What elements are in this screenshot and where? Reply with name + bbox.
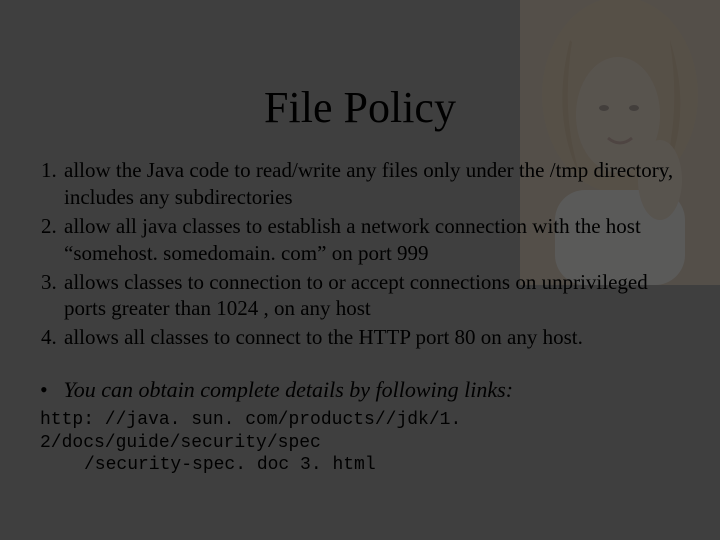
slide: File Policy allow the Java code to read/… — [0, 0, 720, 540]
link-line-2: /security-spec. doc 3. html — [40, 454, 682, 477]
slide-title: File Policy — [38, 0, 682, 157]
note-line: • You can obtain complete details by fol… — [38, 377, 682, 403]
policy-list: allow the Java code to read/write any fi… — [38, 157, 682, 351]
bullet-icon: • — [40, 377, 58, 403]
note-section: • You can obtain complete details by fol… — [38, 377, 682, 477]
link-line-1: http: //java. sun. com/products//jdk/1. … — [40, 410, 472, 453]
list-item: allows classes to connection to or accep… — [62, 269, 682, 323]
list-item: allow the Java code to read/write any fi… — [62, 157, 682, 211]
link-text: http: //java. sun. com/products//jdk/1. … — [38, 409, 682, 477]
content-area: File Policy allow the Java code to read/… — [0, 0, 720, 477]
list-item: allows all classes to connect to the HTT… — [62, 324, 682, 351]
note-text: You can obtain complete details by follo… — [64, 377, 514, 402]
list-item: allow all java classes to establish a ne… — [62, 213, 682, 267]
